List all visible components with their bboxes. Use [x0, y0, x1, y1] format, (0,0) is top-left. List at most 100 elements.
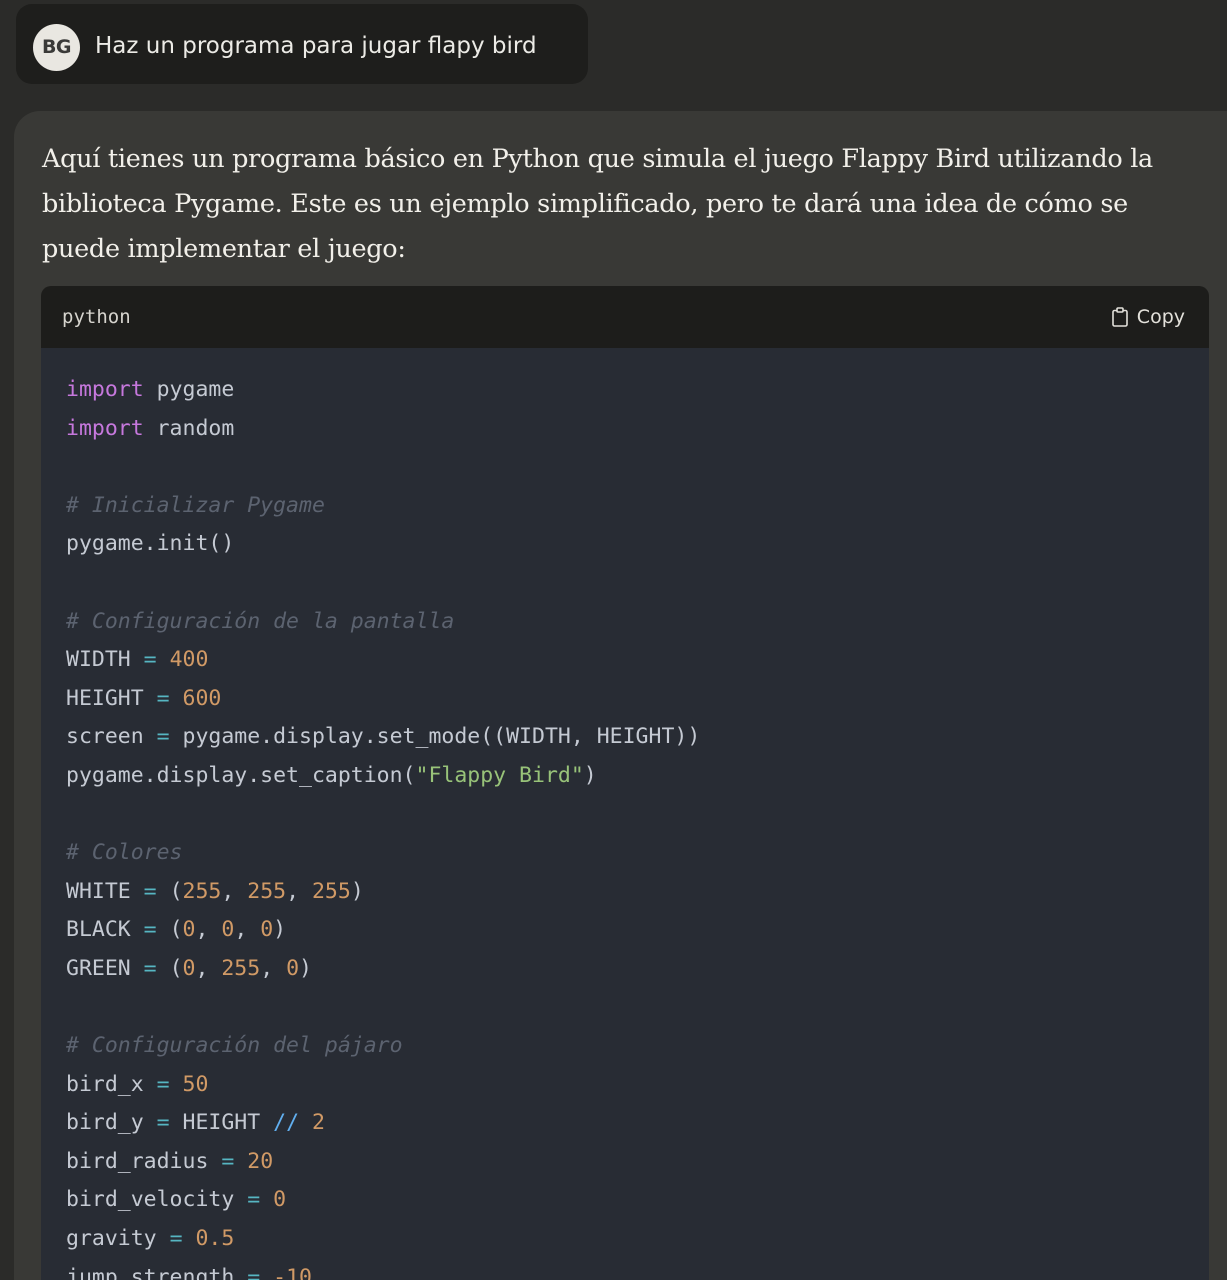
code-line: GREEN = (0, 255, 0)	[66, 950, 700, 989]
code-token: )	[273, 917, 287, 943]
code-token: HEIGHT	[169, 1110, 274, 1136]
code-token: ,	[234, 917, 261, 943]
code-token: 50	[182, 1071, 209, 1097]
user-message-bubble: BG Haz un programa para jugar flapy bird	[16, 4, 588, 84]
code-token: )	[350, 878, 364, 904]
code-token: 0.5	[195, 1226, 235, 1252]
code-token: WIDTH	[66, 647, 144, 673]
code-token: # Configuración del pájaro	[66, 1033, 403, 1059]
code-token: 2	[311, 1110, 325, 1136]
code-token: pygame	[143, 377, 235, 402]
code-line: gravity = 0.5	[66, 1220, 700, 1259]
code-line: # Configuración del pájaro	[66, 1027, 700, 1066]
code-line: bird_velocity = 0	[66, 1181, 700, 1220]
code-line: screen = pygame.display.set_mode((WIDTH,…	[66, 718, 700, 757]
code-token: 0	[221, 917, 235, 943]
code-line: BLACK = (0, 0, 0)	[66, 911, 700, 950]
assistant-intro-text: Aquí tienes un programa básico en Python…	[42, 144, 1153, 264]
code-token: bird_radius	[66, 1148, 222, 1174]
code-token: //	[273, 1110, 300, 1136]
code-token: (	[156, 955, 183, 981]
code-body: import pygame import random # Inicializar…	[41, 348, 1209, 1280]
code-line: bird_radius = 20	[66, 1143, 700, 1182]
code-token: ,	[195, 917, 222, 943]
code-token: pygame.init()	[66, 531, 235, 557]
code-line: HEIGHT = 600	[66, 680, 700, 719]
code-block-header: python Copy	[41, 286, 1209, 348]
code-token: (	[156, 878, 183, 904]
code-line: WHITE = (255, 255, 255)	[66, 873, 700, 912]
code-token: ,	[286, 878, 312, 904]
code-token: "Flappy Bird"	[415, 762, 584, 788]
code-token: bird_velocity	[66, 1187, 248, 1213]
code-token: (	[156, 917, 183, 943]
code-token: 255	[221, 955, 261, 981]
code-token: 0	[182, 955, 196, 981]
code-token: =	[143, 917, 157, 943]
code-line: # Inicializar Pygame	[66, 487, 700, 526]
code-token: 0	[286, 955, 300, 981]
code-token: WHITE	[66, 878, 144, 904]
code-token: 0	[260, 917, 274, 943]
code-line: # Configuración de la pantalla	[66, 603, 700, 642]
code-token: =	[221, 1148, 235, 1174]
code-token: =	[247, 1187, 261, 1213]
avatar: BG	[33, 24, 80, 71]
code-token: 255	[247, 878, 287, 904]
code-token: ,	[260, 955, 287, 981]
code-token: 20	[247, 1148, 274, 1174]
code-token: HEIGHT	[66, 685, 157, 711]
code-token: # Configuración de la pantalla	[66, 608, 455, 634]
code-line: # Colores	[66, 834, 700, 873]
user-message-text: Haz un programa para jugar flapy bird	[95, 33, 537, 59]
code-token: GREEN	[66, 955, 144, 981]
code-token: # Colores	[66, 840, 183, 866]
code-token: 0	[182, 917, 196, 943]
code-token: 600	[182, 685, 222, 711]
code-line: import pygame	[66, 371, 700, 410]
code-token: 0	[273, 1187, 287, 1213]
code-token: =	[156, 685, 170, 711]
code-token: =	[143, 878, 157, 904]
code-token: bird_x	[66, 1071, 157, 1097]
code-token: bird_y	[66, 1110, 157, 1136]
code-line: bird_y = HEIGHT // 2	[66, 1104, 700, 1143]
code-token: -10	[273, 1264, 312, 1280]
code-language-label: python	[62, 306, 131, 328]
code-token: =	[247, 1264, 261, 1280]
code-token: =	[156, 1110, 170, 1136]
code-token: 255	[311, 878, 351, 904]
code-token: gravity	[66, 1226, 170, 1252]
code-token: =	[156, 724, 170, 750]
code-line: bird_x = 50	[66, 1066, 700, 1105]
code-token: 255	[182, 878, 222, 904]
clipboard-icon	[1111, 307, 1129, 327]
code-line: jump_strength = -10	[66, 1259, 700, 1280]
code-token: ,	[221, 878, 248, 904]
code-token: # Inicializar Pygame	[66, 492, 325, 518]
code-token: ,	[195, 955, 222, 981]
copy-button[interactable]: Copy	[1111, 303, 1185, 331]
code-token: pygame.display.set_mode((WIDTH, HEIGHT))	[169, 724, 701, 750]
copy-button-label: Copy	[1136, 306, 1185, 328]
code-lines: import pygame import random # Inicializar…	[66, 371, 700, 1280]
code-line: import random	[66, 410, 700, 449]
code-token: BLACK	[66, 917, 144, 943]
code-line: pygame.display.set_caption("Flappy Bird"…	[66, 757, 700, 796]
code-block: python Copy import pygame import random #…	[41, 286, 1209, 1280]
code-token: =	[156, 1071, 170, 1097]
code-token: =	[169, 1226, 183, 1252]
code-token: jump_strength	[66, 1264, 248, 1280]
code-token: import	[66, 377, 144, 402]
code-token: import	[66, 415, 144, 441]
